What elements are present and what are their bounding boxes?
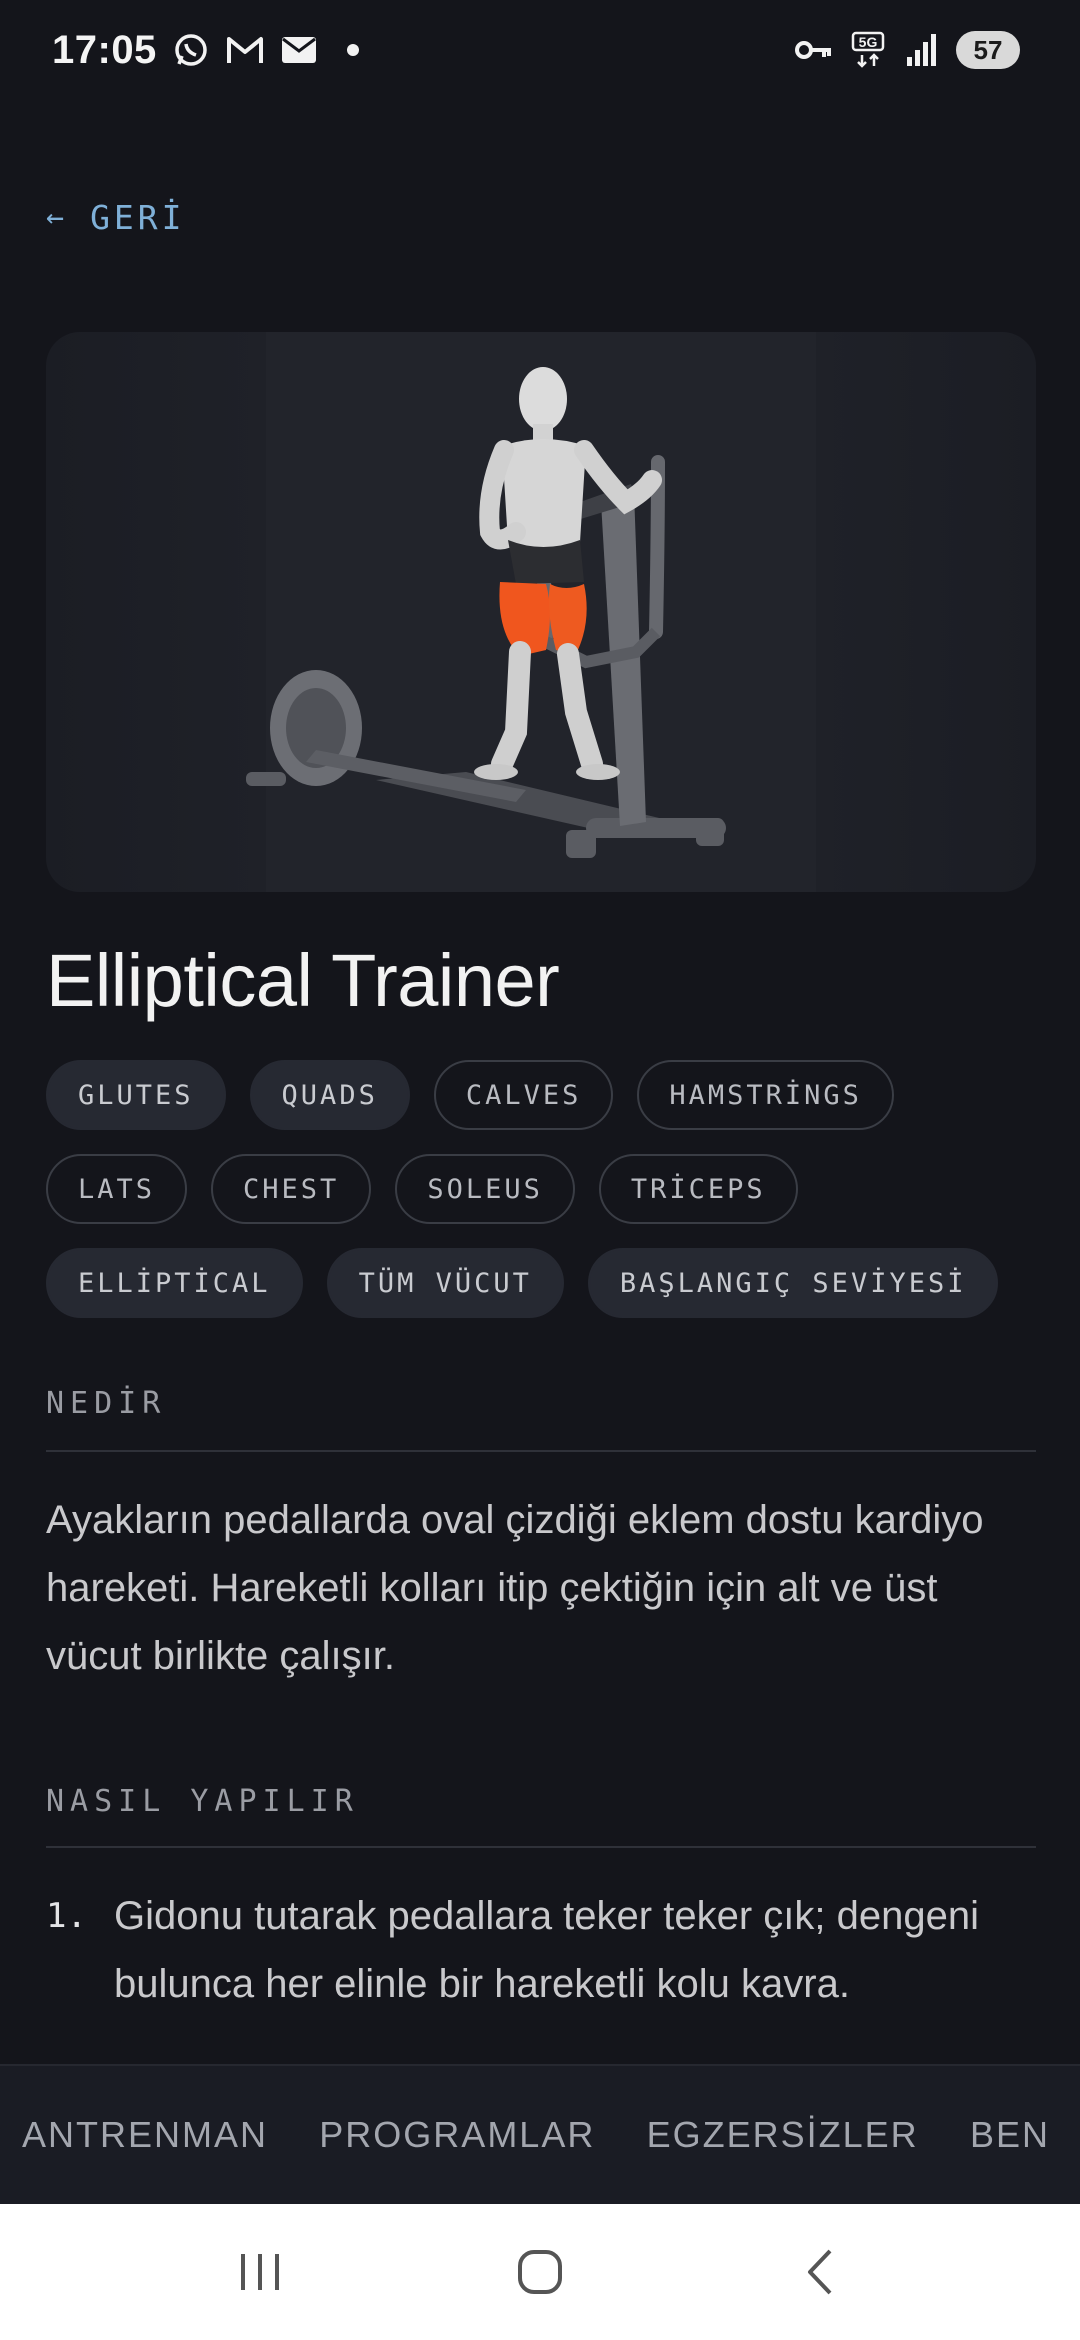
nav-item-programlar[interactable]: PROGRAMLAR: [319, 2114, 595, 2156]
section-divider: [46, 1846, 1036, 1848]
system-navigation-bar: [0, 2204, 1080, 2340]
exercise-description: Ayakların pedallarda oval çizdiği eklem …: [46, 1498, 984, 1678]
back-nav-icon[interactable]: [775, 2227, 865, 2317]
status-left: 17:05: [52, 28, 373, 73]
whatsapp-icon: [171, 30, 211, 70]
tag-soleus[interactable]: SOLEUS: [395, 1154, 575, 1224]
exercise-illustration: [46, 332, 1036, 892]
step-number: 1.: [46, 1896, 87, 1936]
nav-item-antrenman[interactable]: ANTRENMAN: [22, 2114, 268, 2156]
home-icon[interactable]: [495, 2227, 585, 2317]
battery-icon: 57: [956, 31, 1020, 69]
signal-icon: [902, 30, 942, 70]
tag-calves[interactable]: CALVES: [433, 1060, 614, 1130]
key-icon: [794, 30, 834, 70]
tag-equipment[interactable]: ELLİPTİCAL: [46, 1248, 303, 1318]
tag-triceps[interactable]: TRİCEPS: [598, 1154, 798, 1224]
back-label: GERİ: [90, 198, 186, 237]
mail-icon: [279, 30, 319, 70]
network-label: 5G: [859, 34, 878, 50]
elliptical-figure-illustration: [246, 332, 816, 892]
nav-item-ben[interactable]: BEN: [970, 2114, 1050, 2156]
exercise-title: Elliptical Trainer: [46, 939, 560, 1022]
nav-item-egzersizler[interactable]: EGZERSİZLER: [647, 2114, 919, 2156]
tag-level[interactable]: BAŞLANGIÇ SEVİYESİ: [587, 1248, 999, 1318]
tag-lats[interactable]: LATS: [46, 1154, 188, 1224]
bottom-navigation: ANTRENMAN PROGRAMLAR EGZERSİZLER BEN: [0, 2064, 1080, 2204]
tag-glutes[interactable]: GLUTES: [46, 1060, 226, 1130]
recent-apps-icon[interactable]: [215, 2227, 305, 2317]
status-right: 5G 57: [794, 30, 1020, 70]
section-heading-what: NEDİR: [46, 1386, 167, 1421]
section-divider: [46, 1450, 1036, 1452]
status-time: 17:05: [52, 27, 157, 72]
5g-icon: 5G: [848, 30, 888, 70]
tag-quads[interactable]: QUADS: [249, 1060, 410, 1130]
gmail-icon: [225, 30, 265, 70]
step-text: Gidonu tutarak pedallara teker teker çık…: [114, 1894, 979, 2006]
section-heading-how: NASIL YAPILIR: [46, 1784, 359, 1819]
back-button[interactable]: ← GERİ: [46, 198, 186, 237]
exercise-detail-screen: 17:05 5G 57 ← GERİ Elliptical Trainer GL…: [0, 0, 1080, 2340]
tag-hamstrings[interactable]: HAMSTRİNGS: [637, 1060, 894, 1130]
tag-body-area[interactable]: TÜM VÜCUT: [326, 1248, 564, 1318]
dot-icon: [333, 30, 373, 70]
status-bar: 17:05 5G 57: [0, 0, 1080, 100]
tag-chest[interactable]: CHEST: [211, 1154, 372, 1224]
back-arrow-icon: ←: [46, 200, 69, 235]
tag-list: GLUTES QUADS CALVES HAMSTRİNGS LATS CHES…: [46, 1060, 1046, 1318]
instruction-step: 1. Gidonu tutarak pedallara teker teker …: [46, 1882, 1036, 2018]
